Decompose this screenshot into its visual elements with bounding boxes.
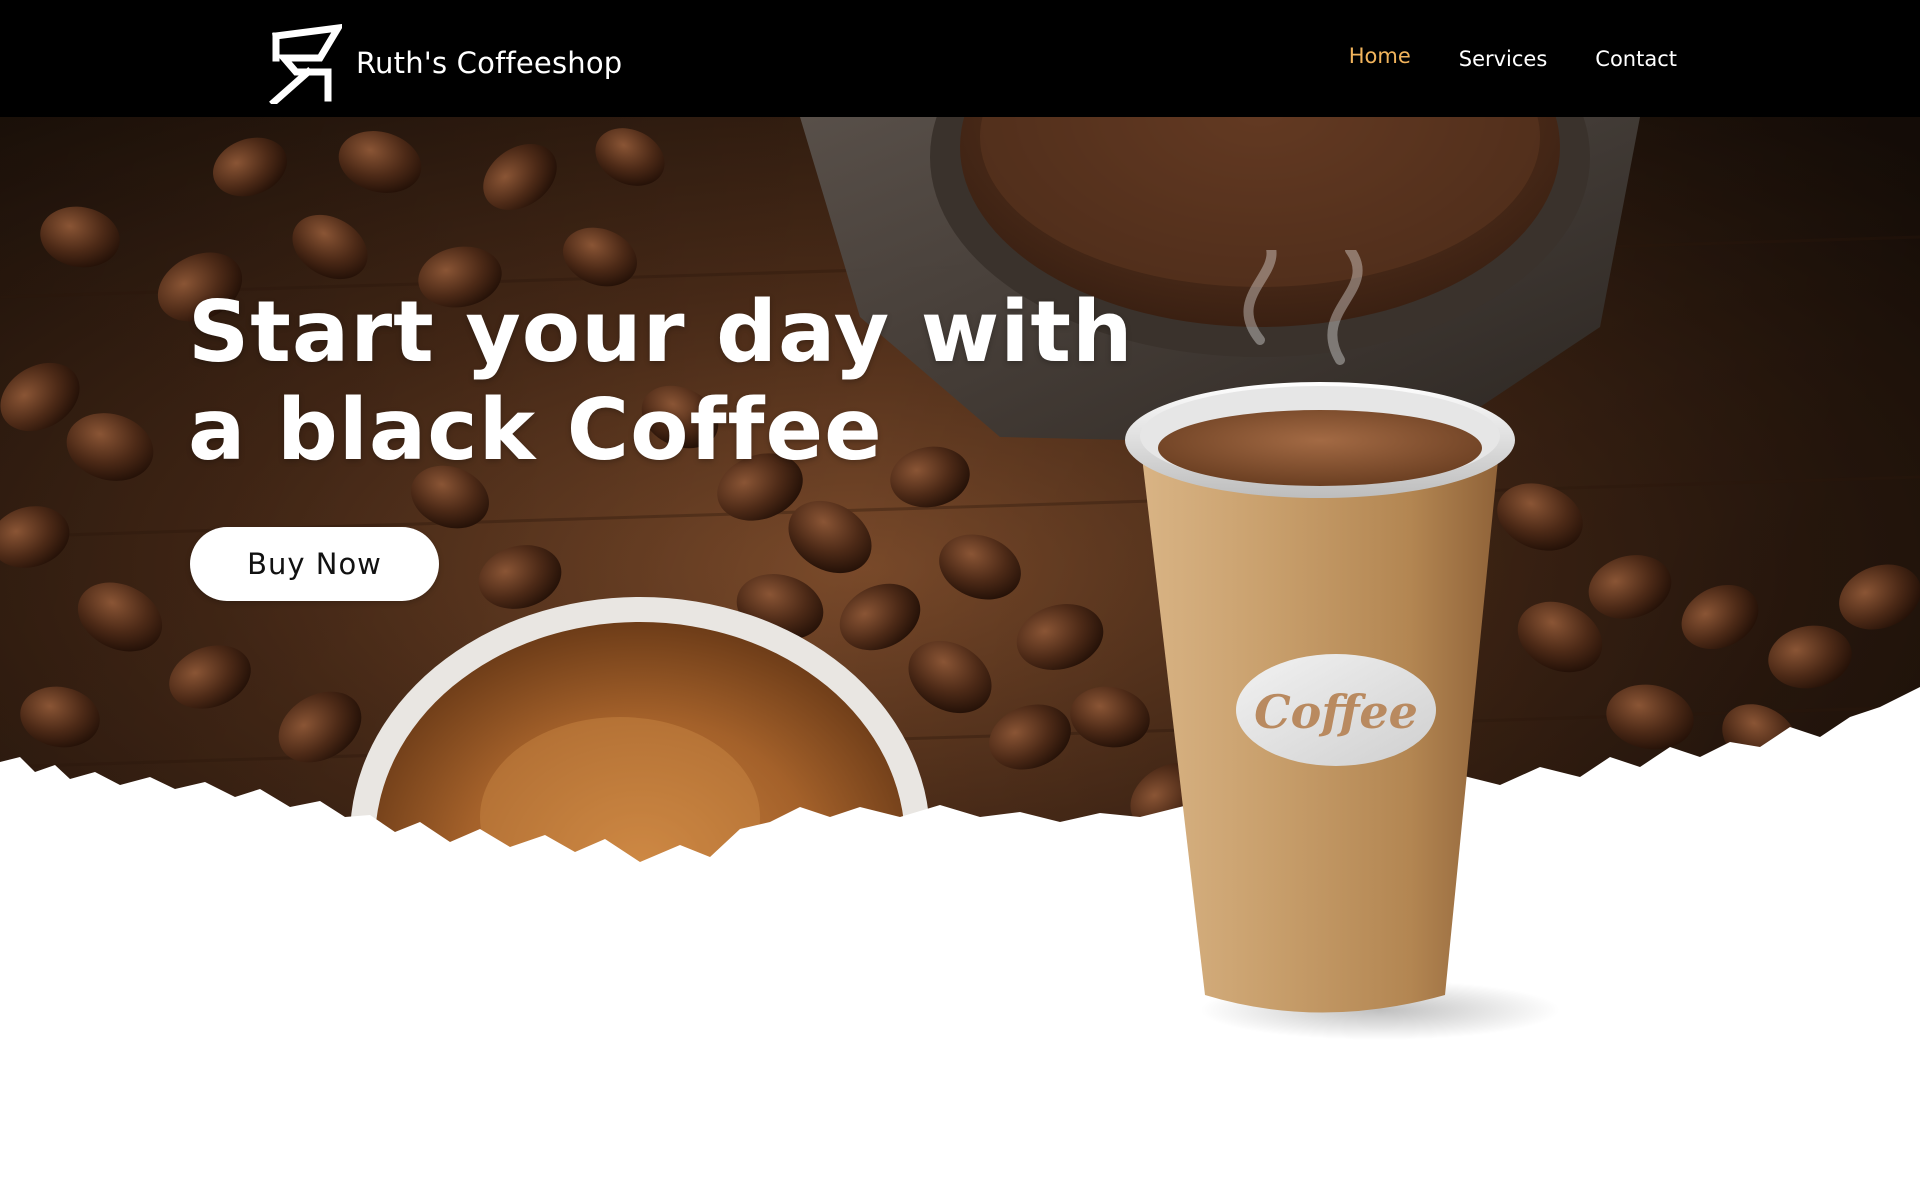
rs-monogram-logo-icon bbox=[269, 24, 342, 104]
page: Ruth's Coffeeshop Home Services Contact bbox=[0, 0, 1920, 1193]
brand-name: Ruth's Coffeeshop bbox=[356, 46, 623, 80]
hero-headline: Start your day with a black Coffee bbox=[188, 284, 1148, 480]
cup-label-text: Coffee bbox=[1254, 685, 1418, 739]
buy-now-button[interactable]: Buy Now bbox=[190, 527, 439, 601]
navbar: Ruth's Coffeeshop Home Services Contact bbox=[0, 0, 1920, 117]
nav-home-link[interactable]: Home bbox=[1349, 43, 1411, 72]
paper-coffee-cup-illustration: Coffee bbox=[1125, 250, 1560, 1040]
hero-headline-line1: Start your day with bbox=[188, 283, 1134, 382]
brand-link[interactable]: Ruth's Coffeeshop bbox=[268, 24, 622, 104]
nav-contact-link[interactable]: Contact bbox=[1595, 46, 1677, 72]
hero-section: Start your day with a black Coffee Buy N… bbox=[0, 117, 1920, 937]
nav-services-link[interactable]: Services bbox=[1459, 46, 1548, 72]
main-nav: Home Services Contact bbox=[1301, 43, 1677, 72]
hero-headline-line2: a black Coffee bbox=[188, 381, 883, 480]
